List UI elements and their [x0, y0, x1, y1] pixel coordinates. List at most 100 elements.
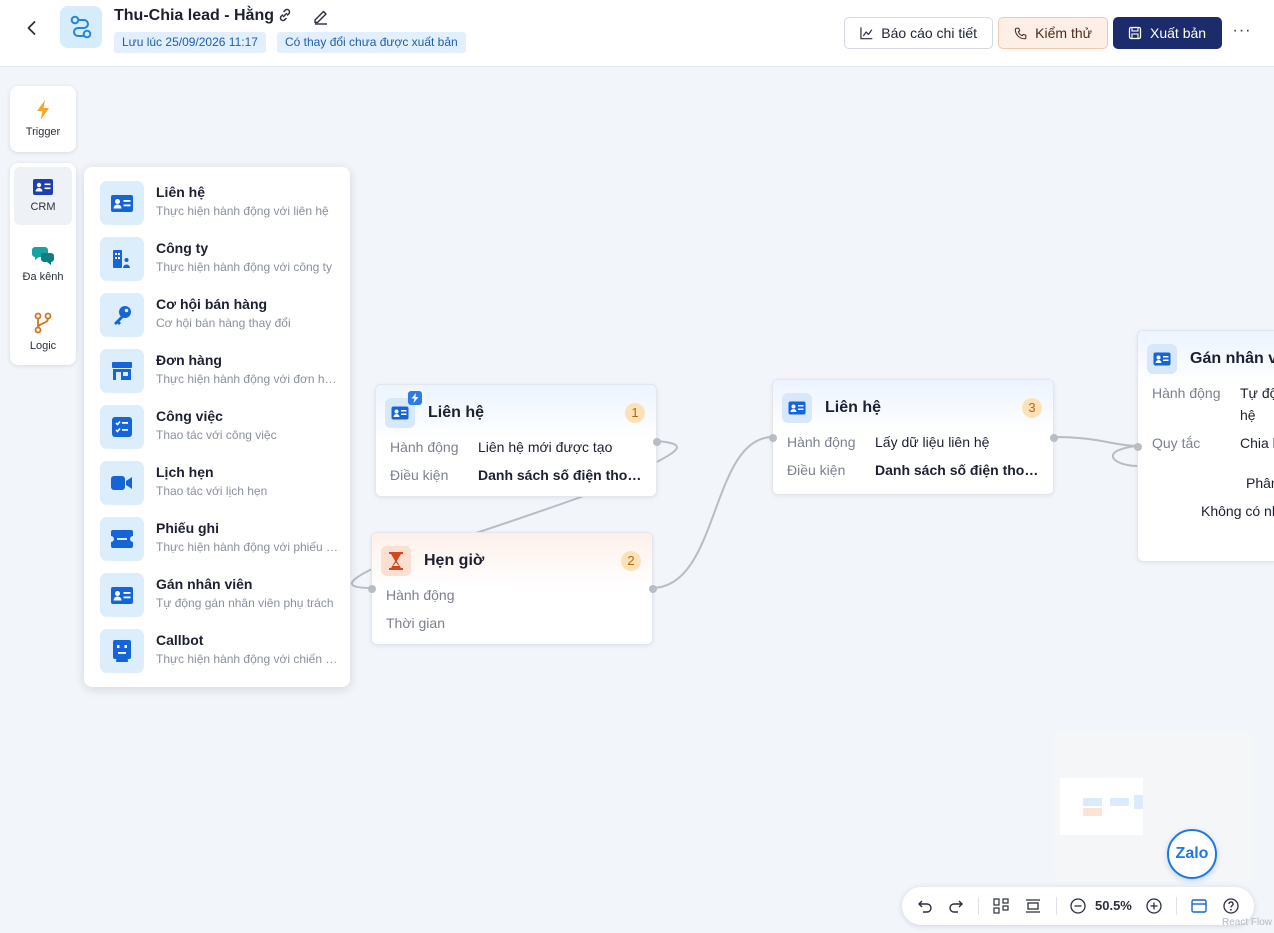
- action-value: Tự độ: [1240, 385, 1274, 401]
- crm-menu-item-opportunity[interactable]: Cơ hội bán hàng Cơ hội bán hàng thay đổi: [100, 293, 344, 339]
- rail-item-crm[interactable]: CRM: [14, 167, 72, 225]
- node-step-badge: 1: [625, 403, 645, 423]
- minimap-viewport[interactable]: [1060, 778, 1143, 835]
- output-port[interactable]: [1050, 434, 1058, 442]
- redo-button[interactable]: [946, 896, 966, 916]
- crm-menu-desc: Cơ hội bán hàng thay đổi: [156, 316, 291, 330]
- crm-node-menu: Liên hệ Thực hiện hành động với liên hệ …: [84, 167, 350, 687]
- branch-icon: [34, 312, 52, 334]
- undo-button[interactable]: [915, 896, 935, 916]
- minimap-node: [1083, 808, 1102, 816]
- checklist-icon: [100, 405, 144, 449]
- rail-item-label: Đa kênh: [22, 271, 64, 283]
- rail-item-logic[interactable]: Logic: [14, 303, 72, 361]
- crm-menu-desc: Thực hiện hành động với công ty: [156, 260, 333, 274]
- node-step-badge: 2: [621, 551, 641, 571]
- fit-view-icon: [1026, 899, 1040, 913]
- condition-label: Điều kiện: [390, 467, 449, 483]
- rail-item-label: Trigger: [25, 126, 61, 138]
- action-value-line2: hệ: [1240, 407, 1256, 423]
- crm-menu-item-assign-staff[interactable]: Gán nhân viên Tự động gán nhân viên phụ …: [100, 573, 344, 619]
- crm-menu-label: Đơn hàng: [156, 352, 222, 368]
- output-port[interactable]: [653, 438, 661, 446]
- rail-item-trigger[interactable]: Trigger: [14, 90, 72, 148]
- trigger-panel: Trigger: [10, 86, 76, 152]
- minimap-node: [1110, 798, 1129, 806]
- action-label: Hành động: [1152, 385, 1221, 401]
- ticket-icon: [100, 517, 144, 561]
- crm-menu-item-task[interactable]: Công việc Thao tác với công việc: [100, 405, 344, 451]
- minimap-node: [1134, 795, 1143, 809]
- node-header: [773, 380, 1053, 434]
- zoom-level: 50.5%: [1095, 898, 1132, 913]
- output-port[interactable]: [649, 585, 657, 593]
- action-label: Hành động: [386, 587, 455, 603]
- zoom-in-button[interactable]: [1144, 896, 1164, 916]
- crm-menu-desc: Thực hiện hành động với đơn hàng: [156, 372, 340, 386]
- react-flow-attribution[interactable]: React Flow: [1222, 917, 1272, 928]
- crm-contact-icon: [33, 179, 53, 195]
- zalo-chat-widget[interactable]: Zalo: [1167, 829, 1217, 879]
- contact-card-icon: [100, 181, 144, 225]
- crm-menu-item-appointment[interactable]: Lịch hẹn Thao tác với lịch hẹn: [100, 461, 344, 507]
- callbot-icon: [100, 629, 144, 673]
- toolbar-divider: [978, 897, 979, 915]
- zoom-in-icon: [1146, 898, 1162, 914]
- rule-value: Chia l: [1240, 435, 1274, 451]
- crm-menu-desc: Thực hiện hành động với chiến dịch: [156, 652, 340, 666]
- crm-menu-desc: Tự động gán nhân viên phụ trách: [156, 596, 334, 610]
- crm-menu-item-callbot[interactable]: Callbot Thực hiện hành động với chiến dị…: [100, 629, 344, 675]
- node-step-badge: 3: [1022, 398, 1042, 418]
- node-title: Liên hệ: [428, 404, 485, 421]
- no-assignee-label: Không có nh: [1201, 503, 1274, 519]
- zoom-out-button[interactable]: [1068, 896, 1088, 916]
- layout-tree-icon: [993, 898, 1009, 914]
- crm-menu-item-order[interactable]: Đơn hàng Thực hiện hành động với đơn hàn…: [100, 349, 344, 395]
- key-icon: [100, 293, 144, 337]
- crm-menu-label: Liên hệ: [156, 184, 206, 200]
- contact-card-icon: [1147, 344, 1177, 374]
- toolbar-divider: [1176, 897, 1177, 915]
- fit-view-button[interactable]: [1023, 896, 1043, 916]
- action-value: Liên hệ mới được tạo: [478, 439, 613, 455]
- video-camera-icon: [100, 461, 144, 505]
- canvas-toolbar: 50.5%: [902, 887, 1254, 925]
- condition-label: Điều kiện: [787, 462, 846, 478]
- input-port[interactable]: [368, 585, 376, 593]
- flow-node-contact-trigger[interactable]: Liên hệ 1 Hành động Liên hệ mới được tạo…: [375, 384, 661, 497]
- auto-layout-button[interactable]: [991, 896, 1011, 916]
- minimap-node: [1083, 798, 1102, 806]
- input-port[interactable]: [769, 434, 777, 442]
- flow-node-contact-fetch[interactable]: Liên hệ 3 Hành động Lấy dữ liệu liên hệ …: [769, 379, 1058, 495]
- condition-value: Danh sách số điện thoại ...: [478, 467, 648, 483]
- hourglass-icon: [381, 546, 411, 576]
- rail-item-label: Logic: [29, 340, 57, 352]
- assignment-label: Phân: [1246, 475, 1274, 491]
- trigger-bolt-icon: [408, 391, 422, 405]
- crm-menu-label: Phiếu ghi: [156, 520, 219, 536]
- crm-menu-item-ticket[interactable]: Phiếu ghi Thực hiện hành động với phiếu …: [100, 517, 344, 563]
- action-label: Hành động: [390, 439, 459, 455]
- zoom-out-icon: [1070, 898, 1086, 914]
- minimap-icon: [1191, 899, 1207, 913]
- crm-menu-item-company[interactable]: Công ty Thực hiện hành động với công ty: [100, 237, 344, 283]
- flow-node-assign-staff[interactable]: Gán nhân vi Hành động Tự độ hệ Quy tắc C…: [1134, 330, 1274, 562]
- crm-menu-item-contact[interactable]: Liên hệ Thực hiện hành động với liên hệ: [100, 181, 344, 227]
- help-button[interactable]: [1221, 896, 1241, 916]
- crm-menu-label: Lịch hẹn: [156, 464, 214, 480]
- toolbar-divider: [1056, 897, 1057, 915]
- action-value: Lấy dữ liệu liên hệ: [875, 434, 990, 450]
- lightning-bolt-icon: [37, 100, 49, 120]
- crm-menu-label: Công ty: [156, 240, 209, 256]
- store-icon: [100, 349, 144, 393]
- input-port[interactable]: [1134, 443, 1142, 451]
- company-icon: [100, 237, 144, 281]
- time-label: Thời gian: [386, 615, 445, 631]
- crm-menu-desc: Thực hiện hành động với phiếu ghi: [156, 540, 340, 554]
- rail-item-omnichannel[interactable]: Đa kênh: [14, 235, 72, 293]
- minimap[interactable]: [1054, 731, 1254, 881]
- node-title: Gán nhân vi: [1190, 350, 1274, 367]
- toggle-minimap-button[interactable]: [1189, 896, 1209, 916]
- flow-node-timer[interactable]: Hẹn giờ 2 Hành động Thời gian: [368, 532, 657, 645]
- rail-item-label: CRM: [30, 201, 56, 213]
